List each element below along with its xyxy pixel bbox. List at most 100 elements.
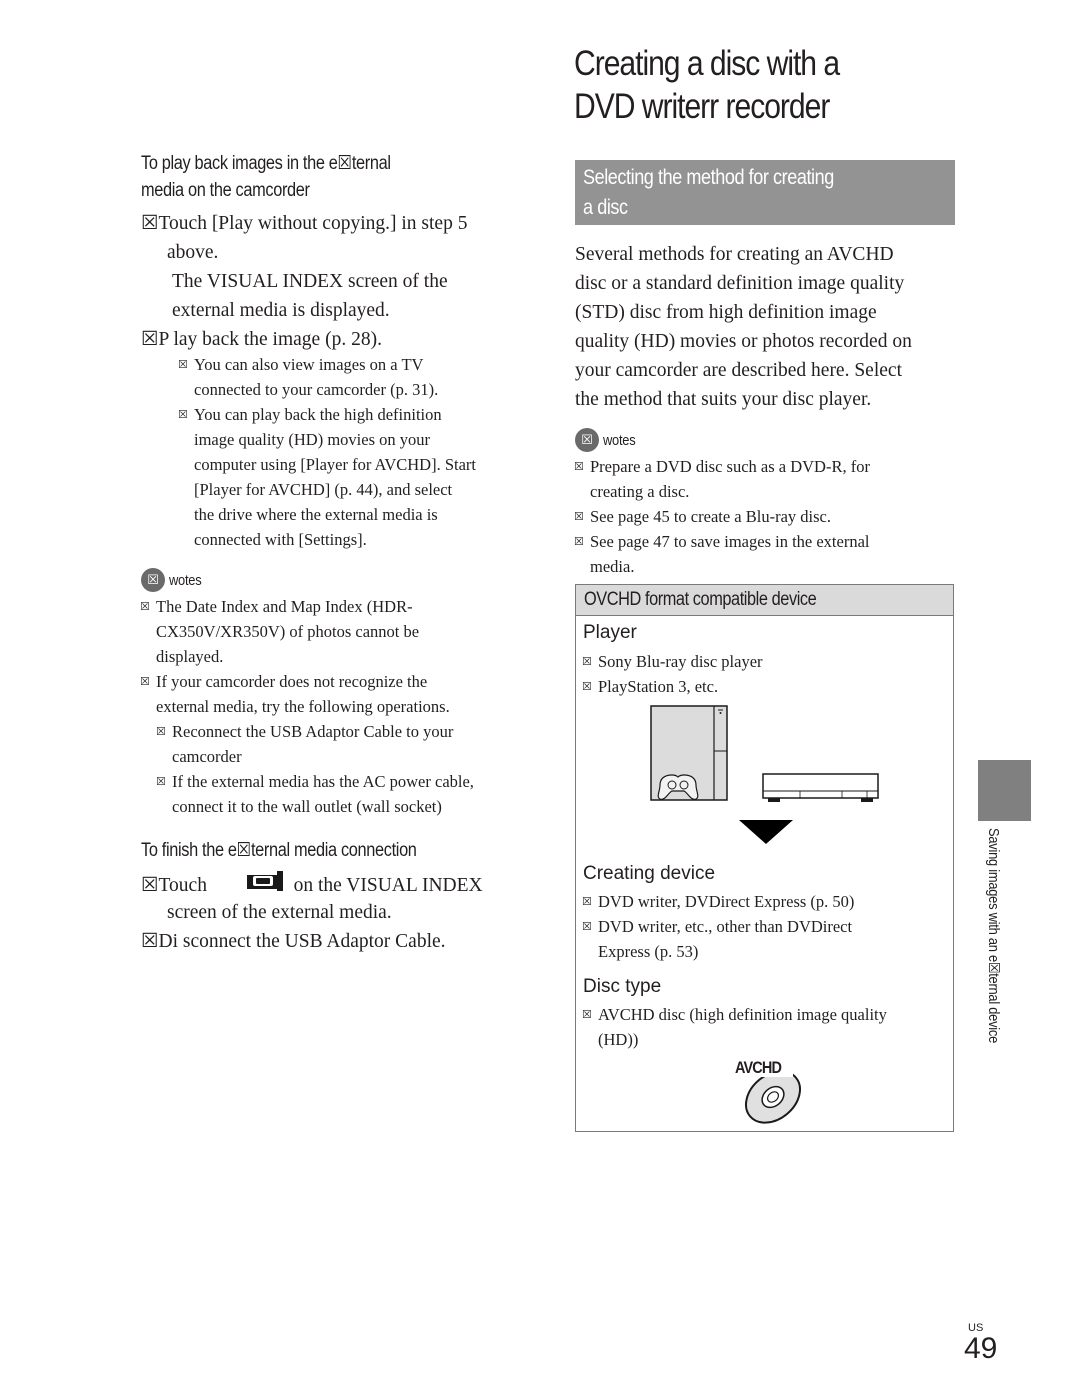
- disc-type-label: Disc type: [583, 976, 662, 997]
- tip-text: image quality (HD) movies on your: [194, 430, 430, 449]
- notes-icon: ☒: [141, 568, 165, 592]
- notes-label: wotes: [603, 431, 636, 449]
- player-item: ☒ PlayStation 3, etc.: [582, 674, 718, 700]
- chapter-tab: [978, 760, 1031, 821]
- creating-item-text: DVD writer, DVDirect Express (p. 50): [598, 892, 855, 911]
- intro-line: Several methods for creating an AVCHD: [575, 244, 894, 265]
- step-marker: ☒: [141, 213, 159, 234]
- note-item: ☒ If your camcorder does not recognize th…: [140, 669, 427, 695]
- bullet-icon: ☒: [582, 656, 592, 668]
- note-text: camcorder: [172, 747, 242, 766]
- bullet-icon: ☒: [574, 536, 584, 548]
- finish-step-1: ☒Touch on the VISUAL INDEX: [141, 869, 483, 900]
- note-text: See page 47 to save images in the extern…: [590, 532, 870, 551]
- player-item-text: Sony Blu-ray disc player: [598, 652, 763, 671]
- tip-text: the drive where the external media is: [194, 505, 438, 524]
- note-text: Reconnect the USB Adaptor Cable to your: [172, 722, 454, 741]
- tip-text: computer using [Player for AVCHD]. Start: [194, 455, 476, 474]
- notes-header: ☒ wotes: [575, 428, 641, 452]
- step-marker: ☒: [141, 931, 159, 952]
- step-1-detail-line: The VISUAL INDEX screen of the: [172, 271, 448, 292]
- intro-line: your camcorder are described here. Selec…: [575, 360, 902, 381]
- bullet-icon: ☒: [140, 601, 150, 613]
- finish-heading: To finish the e☒ternal media connection: [141, 840, 417, 861]
- compatible-device-box: OVCHD format compatible device Player ☒ S…: [575, 584, 954, 1132]
- step-1-continuation: above.: [167, 242, 219, 263]
- step-1: ☒Touch [Play without copying.] in step 5: [141, 209, 467, 238]
- bluray-player-icon: [762, 773, 879, 802]
- player-label: Player: [583, 622, 637, 643]
- tip-item: ☒ You can play back the high definition: [178, 402, 442, 428]
- bullet-icon: ☒: [156, 776, 166, 788]
- bullet-icon: ☒: [574, 511, 584, 523]
- device-box-header-text: OVCHD format compatible device: [584, 589, 817, 610]
- note-text: If the external media has the AC power c…: [172, 772, 474, 791]
- section-heading-bar: Selecting the method for creating a disc: [575, 160, 955, 225]
- tip-text: [Player for AVCHD] (p. 44), and select: [194, 480, 453, 499]
- tip-text: connected with [Settings].: [194, 530, 367, 549]
- playback-heading-line-2: media on the camcorder: [141, 180, 310, 201]
- tip-text: You can play back the high definition: [194, 405, 442, 424]
- step-2: ☒P lay back the image (p. 28).: [141, 325, 382, 354]
- playback-heading: To play back images in the e☒ternal medi…: [141, 150, 391, 204]
- note-text: The Date Index and Map Index (HDR-: [156, 597, 413, 616]
- note-item: ☒ See page 45 to create a Blu-ray disc.: [574, 504, 831, 530]
- intro-line: (STD) disc from high definition image: [575, 302, 877, 323]
- note-text: creating a disc.: [590, 482, 690, 501]
- note-text: If your camcorder does not recognize the: [156, 672, 428, 691]
- bullet-icon: ☒: [178, 359, 188, 371]
- notes-label: wotes: [169, 571, 202, 589]
- note-text: media.: [590, 557, 635, 576]
- intro-line: the method that suits your disc player.: [575, 389, 872, 410]
- page-number: 49: [964, 1332, 998, 1365]
- note-item: ☒ Prepare a DVD disc such as a DVD-R, for: [574, 454, 870, 480]
- title-line-2: DVD writerr recorder: [574, 87, 830, 126]
- page-title: Creating a disc with a DVD writerr recor…: [574, 42, 840, 128]
- chapter-tab-label: Saving images with an e☒ternal device: [985, 828, 1002, 1043]
- finish-step-2: ☒Di sconnect the USB Adaptor Cable.: [141, 927, 446, 956]
- note-text: See page 45 to create a Blu-ray disc.: [590, 507, 831, 526]
- bullet-icon: ☒: [178, 409, 188, 421]
- creating-item: ☒ DVD writer, etc., other than DVDirect: [582, 914, 852, 940]
- creating-item: ☒ DVD writer, DVDirect Express (p. 50): [582, 889, 854, 915]
- step-2-text: P lay back the image (p. 28).: [158, 329, 382, 350]
- intro-line: disc or a standard definition image qual…: [575, 273, 905, 294]
- disc-item-text: AVCHD disc (high definition image qualit…: [598, 1005, 887, 1024]
- bullet-icon: ☒: [156, 726, 166, 738]
- note-item: ☒ See page 47 to save images in the exter…: [574, 529, 870, 555]
- note-subitem: ☒ Reconnect the USB Adaptor Cable to your: [156, 719, 453, 745]
- player-item-text: PlayStation 3, etc.: [598, 677, 719, 696]
- bullet-icon: ☒: [582, 1009, 592, 1021]
- notes-header: ☒ wotes: [141, 568, 207, 592]
- playstation-console-icon: [650, 705, 728, 801]
- avchd-logo: AVCHD: [731, 1057, 811, 1129]
- intro-line: quality (HD) movies or photos recorded o…: [575, 331, 912, 352]
- playback-heading-line-1: To play back images in the e☒ternal: [141, 153, 391, 174]
- note-text: connect it to the wall outlet (wall sock…: [172, 797, 442, 816]
- section-heading-line-1: Selecting the method for creating: [583, 166, 834, 189]
- step-marker: ☒: [141, 875, 159, 896]
- notes-icon: ☒: [575, 428, 599, 452]
- tip-text: connected to your camcorder (p. 31).: [194, 380, 439, 399]
- note-subitem: ☒ If the external media has the AC power …: [156, 769, 474, 795]
- finish-step-1-continuation: screen of the external media.: [167, 902, 392, 923]
- creating-item-text: DVD writer, etc., other than DVDirect: [598, 917, 853, 936]
- disc-item-text: (HD)): [598, 1030, 639, 1049]
- note-text: Prepare a DVD disc such as a DVD-R, for: [590, 457, 870, 476]
- finish-step-1-text: on the VISUAL INDEX: [293, 875, 483, 896]
- bullet-icon: ☒: [582, 681, 592, 693]
- note-text: displayed.: [156, 647, 224, 666]
- player-item: ☒ Sony Blu-ray disc player: [582, 649, 763, 675]
- avchd-logo-text: AVCHD: [735, 1058, 782, 1077]
- step-marker: ☒: [141, 329, 159, 350]
- arrow-down-icon: [739, 820, 793, 844]
- tip-item: ☒ You can also view images on a TV: [178, 352, 423, 378]
- note-item: ☒ The Date Index and Map Index (HDR-: [140, 594, 413, 620]
- finish-step-1-text: Touch: [158, 875, 207, 896]
- step-1-detail-line: external media is displayed.: [172, 300, 390, 321]
- note-text: CX350V/XR350V) of photos cannot be: [156, 622, 420, 641]
- bullet-icon: ☒: [140, 676, 150, 688]
- note-text: external media, try the following operat…: [156, 697, 450, 716]
- section-heading-line-2: a disc: [583, 196, 628, 219]
- bullet-icon: ☒: [582, 921, 592, 933]
